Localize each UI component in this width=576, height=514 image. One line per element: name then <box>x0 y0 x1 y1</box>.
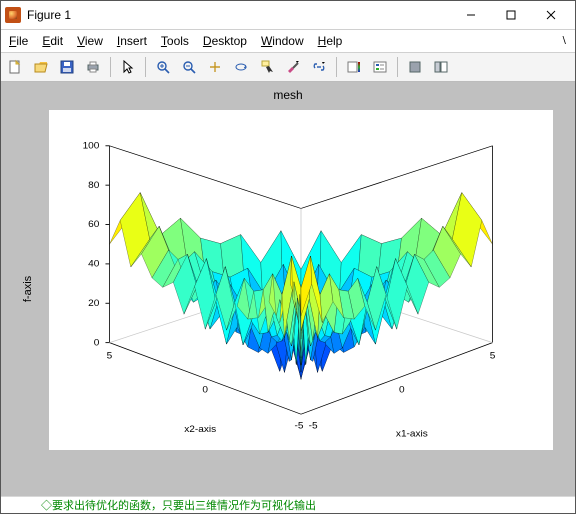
titlebar: Figure 1 <box>1 1 575 30</box>
editor-peek: ◇要求出待优化的函数，只要出三维情况作为可视化输出 <box>1 496 575 513</box>
figure-window: Figure 1 File Edit View Insert Tools Des… <box>0 0 576 514</box>
menu-desktop[interactable]: Desktop <box>203 34 247 48</box>
brush-button[interactable] <box>281 55 305 79</box>
x1-tick: 0 <box>399 385 405 395</box>
x1-tick: -5 <box>309 421 318 431</box>
axes-3d[interactable]: 0 20 40 60 80 100 5 0 -5 x2-axis -5 <box>49 110 553 450</box>
toolbar-separator <box>145 57 146 77</box>
figure-canvas[interactable]: mesh f-axis <box>1 82 575 496</box>
menu-view[interactable]: View <box>77 34 103 48</box>
save-button[interactable] <box>55 55 79 79</box>
rotate3d-button[interactable] <box>229 55 253 79</box>
toolbar-separator <box>397 57 398 77</box>
plot-title: mesh <box>1 88 575 102</box>
menu-expand-icon[interactable]: ∖ <box>561 36 567 47</box>
pointer-button[interactable] <box>116 55 140 79</box>
surface-plot-svg: 0 20 40 60 80 100 5 0 -5 x2-axis -5 <box>49 110 553 450</box>
matlab-icon <box>5 7 21 23</box>
toolbar <box>1 53 575 82</box>
x2-tick: 0 <box>202 385 208 395</box>
hide-plot-tools-button[interactable] <box>403 55 427 79</box>
menu-tools[interactable]: Tools <box>161 34 189 48</box>
menubar: File Edit View Insert Tools Desktop Wind… <box>1 30 575 53</box>
toolbar-separator <box>110 57 111 77</box>
print-button[interactable] <box>81 55 105 79</box>
z-tick: 60 <box>88 220 99 230</box>
insert-legend-button[interactable] <box>368 55 392 79</box>
z-tick: 0 <box>94 338 100 348</box>
window-title: Figure 1 <box>27 8 71 22</box>
x2-tick: -5 <box>295 421 304 431</box>
x2-axis-label: x2-axis <box>184 425 216 435</box>
zoom-in-button[interactable] <box>151 55 175 79</box>
menu-file[interactable]: File <box>9 34 28 48</box>
datacursor-button[interactable] <box>255 55 279 79</box>
z-tick: 80 <box>88 180 99 190</box>
x1-axis-label: x1-axis <box>396 429 428 439</box>
insert-colorbar-button[interactable] <box>342 55 366 79</box>
minimize-button[interactable] <box>451 1 491 29</box>
editor-peek-text: ◇要求出待优化的函数，只要出三维情况作为可视化输出 <box>41 497 316 513</box>
menu-insert[interactable]: Insert <box>117 34 147 48</box>
menu-help[interactable]: Help <box>318 34 343 48</box>
z-tick: 40 <box>88 259 99 269</box>
toolbar-separator <box>336 57 337 77</box>
zoom-out-button[interactable] <box>177 55 201 79</box>
z-tick: 100 <box>83 141 100 151</box>
x2-tick: 5 <box>107 351 113 361</box>
link-button[interactable] <box>307 55 331 79</box>
new-figure-button[interactable] <box>3 55 27 79</box>
maximize-button[interactable] <box>491 1 531 29</box>
show-plot-tools-button[interactable] <box>429 55 453 79</box>
close-button[interactable] <box>531 1 571 29</box>
menu-edit[interactable]: Edit <box>42 34 63 48</box>
z-tick: 20 <box>88 298 99 308</box>
z-axis-label: f-axis <box>22 276 34 302</box>
open-button[interactable] <box>29 55 53 79</box>
menu-window[interactable]: Window <box>261 34 304 48</box>
pan-button[interactable] <box>203 55 227 79</box>
x1-tick: 5 <box>490 351 496 361</box>
